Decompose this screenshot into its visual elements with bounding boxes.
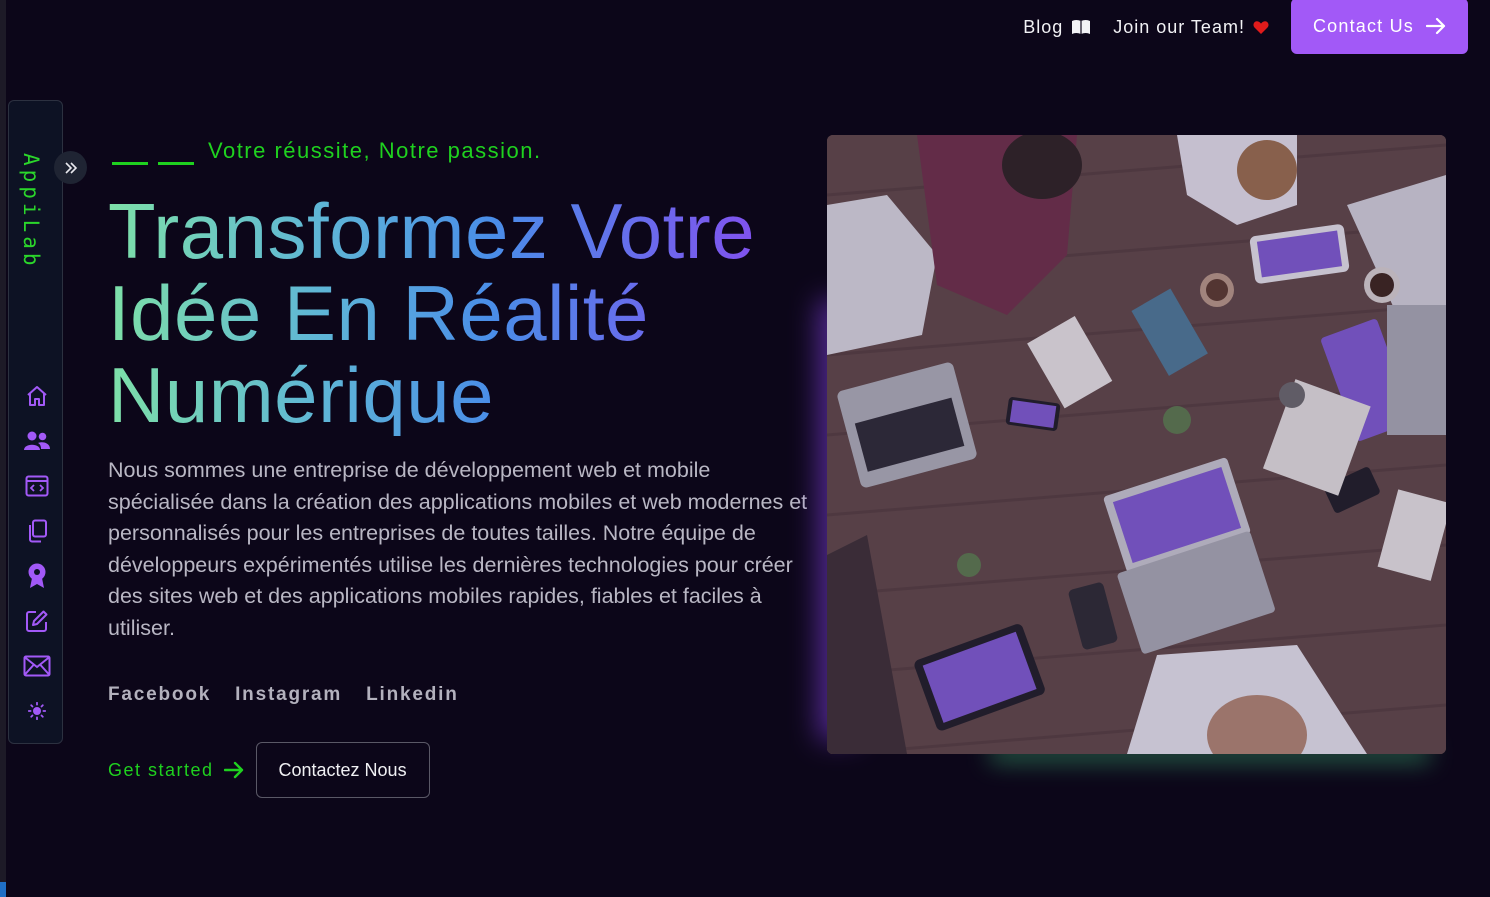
edit-icon: [25, 610, 47, 632]
sidebar: AppiLab: [8, 100, 87, 744]
tagline-text: Votre réussite, Notre passion.: [208, 138, 542, 163]
home-icon: [26, 385, 47, 406]
copy-icon: [28, 519, 47, 542]
top-nav: Blog Join our Team! Contact Us: [1023, 0, 1468, 54]
sidebar-toggle-button[interactable]: [54, 151, 87, 184]
instagram-link[interactable]: Instagram: [235, 684, 342, 706]
sidebar-item-theme[interactable]: [22, 688, 52, 733]
sidebar-item-blog[interactable]: [22, 598, 52, 643]
blog-label: Blog: [1023, 16, 1064, 37]
facebook-link[interactable]: Facebook: [108, 684, 211, 706]
hero-tagline: Votre réussite, Notre passion.: [112, 138, 542, 165]
get-started-label: Get started: [108, 759, 214, 780]
join-team-link[interactable]: Join our Team!: [1113, 17, 1269, 38]
social-links: Facebook Instagram Linkedin: [108, 684, 459, 706]
sidebar-item-team[interactable]: [22, 418, 52, 463]
hero-description: Nous sommes une entreprise de développem…: [108, 458, 808, 640]
arrow-right-icon: [1426, 17, 1446, 35]
sidebar-item-home[interactable]: [22, 373, 52, 418]
sidebar-nav: [9, 373, 64, 733]
sidebar-item-contact[interactable]: [22, 643, 52, 688]
book-icon: [1072, 20, 1091, 34]
window-edge-indicator: [0, 882, 6, 897]
users-icon: [23, 431, 50, 450]
arrow-right-icon: [223, 761, 243, 779]
contact-us-button[interactable]: Contact Us: [1290, 0, 1468, 54]
linkedin-link[interactable]: Linkedin: [366, 684, 459, 706]
get-started-link[interactable]: Get started: [108, 760, 244, 781]
blog-link[interactable]: Blog: [1023, 17, 1091, 38]
contactez-nous-button[interactable]: Contactez Nous: [255, 742, 430, 798]
join-team-label: Join our Team!: [1113, 16, 1245, 37]
sun-icon: [27, 701, 46, 720]
code-window-icon: [25, 475, 48, 496]
tagline-dashes: [112, 150, 194, 165]
heart-icon: [1253, 20, 1269, 34]
contact-us-label: Contact Us: [1312, 15, 1414, 36]
hero-actions: Get started Contactez Nous: [108, 742, 430, 798]
brand-logo[interactable]: AppiLab: [19, 153, 43, 270]
hero-title: Transformez Votre Idée En Réalité Numéri…: [108, 190, 808, 436]
award-icon: [28, 563, 45, 588]
double-chevron-right-icon: [64, 161, 77, 174]
sidebar-item-awards[interactable]: [22, 553, 52, 598]
hero-image: [827, 135, 1446, 754]
window-edge: [0, 0, 6, 897]
mail-icon: [23, 655, 50, 676]
sidebar-item-portfolio[interactable]: [22, 508, 52, 553]
sidebar-item-services[interactable]: [22, 463, 52, 508]
